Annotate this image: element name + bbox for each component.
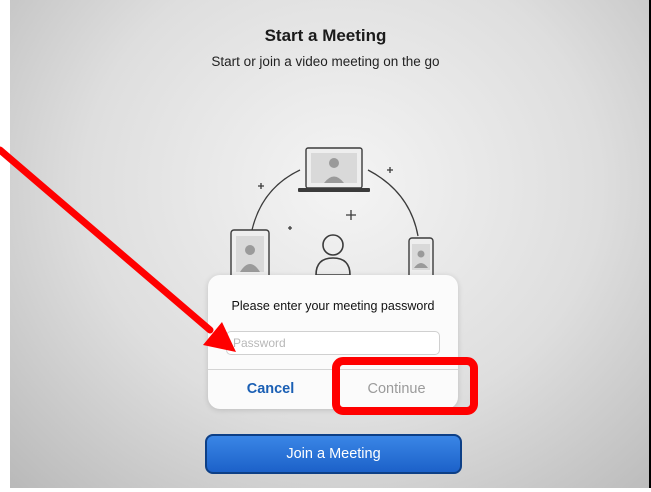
password-input[interactable]	[226, 331, 440, 355]
tablet-icon	[230, 229, 270, 279]
person-icon	[315, 234, 351, 276]
phone-icon	[408, 237, 434, 279]
continue-button[interactable]: Continue	[334, 369, 459, 409]
laptop-icon	[298, 147, 370, 192]
devices-illustration	[230, 147, 434, 279]
connection-arc-left	[251, 169, 301, 231]
connection-arc-right	[367, 169, 419, 237]
join-meeting-button[interactable]: Join a Meeting	[205, 434, 462, 474]
dialog-prompt: Please enter your meeting password	[231, 299, 435, 313]
password-dialog: Please enter your meeting password Cance…	[208, 275, 458, 409]
cancel-button[interactable]: Cancel	[208, 369, 333, 409]
